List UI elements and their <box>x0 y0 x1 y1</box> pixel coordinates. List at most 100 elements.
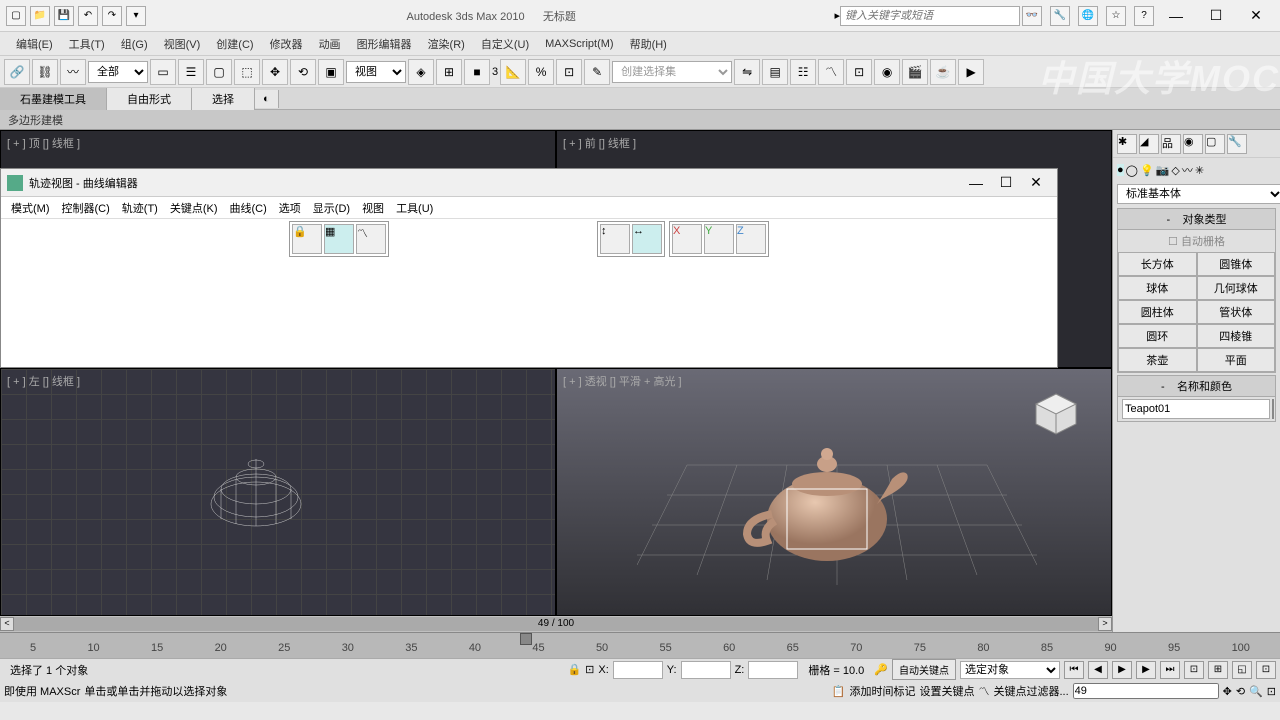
minimize-button[interactable]: — <box>1156 4 1196 28</box>
filter-combo[interactable]: 全部 <box>88 61 148 83</box>
nav-8-icon[interactable]: ⊡ <box>1267 685 1276 698</box>
help-icon[interactable]: ? <box>1134 6 1154 26</box>
spacewarps-icon[interactable]: 〰 <box>1182 162 1193 178</box>
menu-modifiers[interactable]: 修改器 <box>262 36 311 52</box>
ce-y-icon[interactable]: Y <box>704 224 734 254</box>
move-icon[interactable]: ✥ <box>262 59 288 85</box>
motion-panel-icon[interactable]: ◉ <box>1183 134 1203 154</box>
setkey-button[interactable]: 设置关键点 <box>919 683 974 699</box>
prev-frame-icon[interactable]: ◀ <box>1088 661 1108 679</box>
spinner-snap-icon[interactable]: ⊡ <box>556 59 582 85</box>
cameras-icon[interactable]: 📷 <box>1156 164 1170 177</box>
autokey-button[interactable]: 自动关键点 <box>892 659 956 680</box>
ce-menu-curves[interactable]: 曲线(C) <box>224 200 273 216</box>
menu-render[interactable]: 渲染(R) <box>420 36 473 52</box>
nav-3-icon[interactable]: ◱ <box>1232 661 1252 679</box>
ce-z-icon[interactable]: Z <box>736 224 766 254</box>
maximize-button[interactable]: ☐ <box>1196 4 1236 28</box>
ce-maximize-button[interactable]: ☐ <box>991 174 1021 191</box>
geometry-icon[interactable]: ● <box>1117 164 1124 176</box>
key-mode-combo[interactable]: 选定对象 <box>960 661 1060 679</box>
menu-maxscript[interactable]: MAXScript(M) <box>537 38 621 50</box>
scale-icon[interactable]: ▣ <box>318 59 344 85</box>
nav-7-icon[interactable]: 🔍 <box>1249 685 1263 698</box>
rect-select-icon[interactable]: ▢ <box>206 59 232 85</box>
systems-icon[interactable]: ✳ <box>1195 164 1204 177</box>
ce-curve-icon[interactable]: 〽 <box>356 224 386 254</box>
search-input[interactable] <box>840 6 1020 26</box>
material-icon[interactable]: ◉ <box>874 59 900 85</box>
box-button[interactable]: 长方体 <box>1118 252 1197 276</box>
edit-named-icon[interactable]: ✎ <box>584 59 610 85</box>
goto-start-icon[interactable]: ⏮ <box>1064 661 1084 679</box>
new-icon[interactable]: ▢ <box>6 6 26 26</box>
render-frame-icon[interactable]: ☕ <box>930 59 956 85</box>
key-icon[interactable]: 🔑 <box>874 663 888 676</box>
bind-icon[interactable]: 〰 <box>60 59 86 85</box>
viewcube-icon[interactable] <box>1031 389 1081 439</box>
ce-move-icon[interactable]: ↕ <box>600 224 630 254</box>
timeline[interactable]: 5101520253035404550556065707580859095100 <box>0 632 1280 658</box>
render-icon[interactable]: ▶ <box>958 59 984 85</box>
frame-input[interactable] <box>1073 683 1219 699</box>
y-input[interactable] <box>681 661 731 679</box>
tube-button[interactable]: 管状体 <box>1197 300 1276 324</box>
autogrid-check[interactable]: ☐ 自动栅格 <box>1118 230 1275 252</box>
open-icon[interactable]: 📁 <box>30 6 50 26</box>
category-combo[interactable]: 标准基本体 <box>1117 184 1280 204</box>
color-swatch[interactable] <box>1272 399 1274 419</box>
ce-movekey-icon[interactable]: ↔ <box>632 224 662 254</box>
menu-anim[interactable]: 动画 <box>311 36 349 52</box>
ce-menu-mode[interactable]: 模式(M) <box>5 200 56 216</box>
hierarchy-panel-icon[interactable]: 品 <box>1161 134 1181 154</box>
ce-close-button[interactable]: ✕ <box>1021 174 1051 191</box>
next-frame-icon[interactable]: ▶ <box>1136 661 1156 679</box>
nav-1-icon[interactable]: ⊡ <box>1184 661 1204 679</box>
tab-select[interactable]: 选择 <box>192 88 255 110</box>
utilities-panel-icon[interactable]: 🔧 <box>1227 134 1247 154</box>
ce-menu-options[interactable]: 选项 <box>273 200 307 216</box>
scroll-left-icon[interactable]: < <box>0 617 14 631</box>
lock-icon[interactable]: 🔒 <box>567 663 581 676</box>
add-time-tag[interactable]: 添加时间标记 <box>849 683 915 699</box>
transform-type-icon[interactable]: ⊡ <box>585 663 594 676</box>
object-name-input[interactable] <box>1122 399 1270 419</box>
menu-graph[interactable]: 图形编辑器 <box>349 36 420 52</box>
tab-expand[interactable]: ◐ <box>255 90 279 108</box>
redo-icon[interactable]: ↷ <box>102 6 122 26</box>
schematic-icon[interactable]: ⊡ <box>846 59 872 85</box>
menu-create[interactable]: 创建(C) <box>208 36 261 52</box>
menu-views[interactable]: 视图(V) <box>156 36 209 52</box>
scroll-right-icon[interactable]: > <box>1098 617 1112 631</box>
angle-snap-icon[interactable]: 📐 <box>500 59 526 85</box>
menu-tools[interactable]: 工具(T) <box>61 36 113 52</box>
tab-freeform[interactable]: 自由形式 <box>107 88 192 110</box>
ce-menu-controller[interactable]: 控制器(C) <box>56 200 116 216</box>
pyramid-button[interactable]: 四棱锥 <box>1197 324 1276 348</box>
viewport-perspective[interactable]: [ + ] 透视 [] 平滑 + 高光 ] <box>556 368 1112 616</box>
ce-menu-tools[interactable]: 工具(U) <box>390 200 439 216</box>
goto-end-icon[interactable]: ⏭ <box>1160 661 1180 679</box>
x-input[interactable] <box>613 661 663 679</box>
undo-icon[interactable]: ↶ <box>78 6 98 26</box>
percent-snap-icon[interactable]: % <box>528 59 554 85</box>
layers-icon[interactable]: ☷ <box>790 59 816 85</box>
unlink-icon[interactable]: ⛓ <box>32 59 58 85</box>
timetag-icon[interactable]: 📋 <box>832 685 846 698</box>
keyfilter-button[interactable]: 关键点过滤器... <box>993 683 1068 699</box>
window-select-icon[interactable]: ⬚ <box>234 59 260 85</box>
menu-custom[interactable]: 自定义(U) <box>473 36 537 52</box>
viewport-left[interactable]: [ + ] 左 [] 线框 ] <box>0 368 556 616</box>
nav-4-icon[interactable]: ⊡ <box>1256 661 1276 679</box>
ce-menu-keys[interactable]: 关键点(K) <box>164 200 224 216</box>
torus-button[interactable]: 圆环 <box>1118 324 1197 348</box>
select-icon[interactable]: ▭ <box>150 59 176 85</box>
globe-icon[interactable]: 🌐 <box>1078 6 1098 26</box>
ce-menu-tracks[interactable]: 轨迹(T) <box>116 200 164 216</box>
helpers-icon[interactable]: ◇ <box>1171 164 1179 177</box>
dropdown-icon[interactable]: ▾ <box>126 6 146 26</box>
z-input[interactable] <box>748 661 798 679</box>
render-setup-icon[interactable]: 🎬 <box>902 59 928 85</box>
cylinder-button[interactable]: 圆柱体 <box>1118 300 1197 324</box>
plane-button[interactable]: 平面 <box>1197 348 1276 372</box>
